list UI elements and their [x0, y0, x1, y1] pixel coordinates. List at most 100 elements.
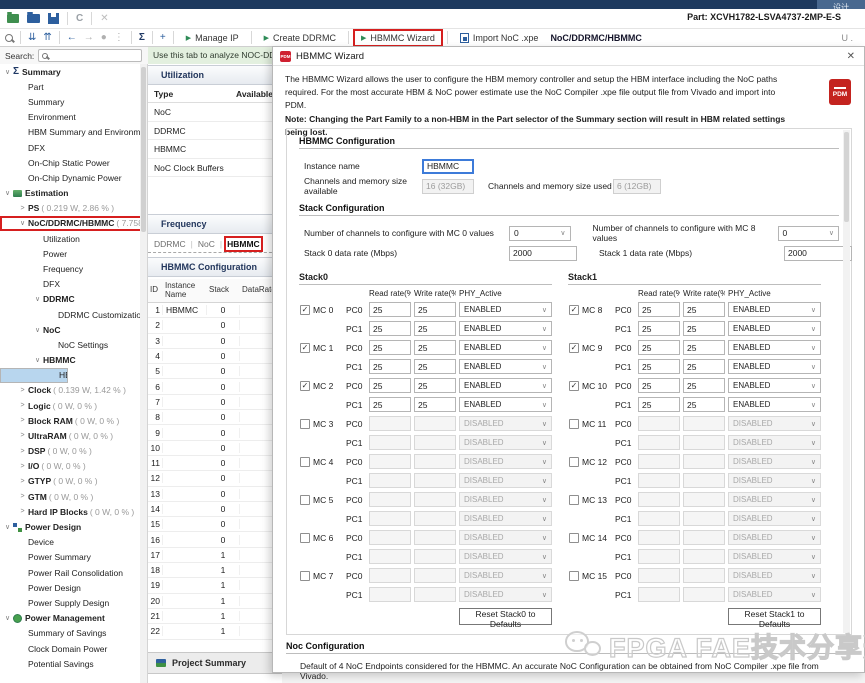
sidebar-scrollbar[interactable] [140, 64, 147, 683]
stack1-mc-10-pc1-phy-select[interactable]: ENABLED∨ [728, 397, 821, 412]
sidebar-item-noc[interactable]: ∨NoC [0, 322, 147, 337]
scrollbar-thumb[interactable] [844, 132, 849, 222]
table-row[interactable]: 70 [148, 395, 282, 410]
import-noc-button[interactable]: Import NoC .xpe [455, 32, 544, 44]
stack0-mc-0-pc0-read-input[interactable] [369, 302, 411, 317]
stack0-mc-1-pc1-write-input[interactable] [414, 359, 456, 374]
sidebar-item-hbm-summary-and-environment[interactable]: HBM Summary and Environment [0, 125, 147, 140]
tab-noc[interactable]: NoC [198, 239, 215, 249]
stack1-mc-9-pc0-write-input[interactable] [683, 340, 725, 355]
sidebar-item-hbmmc[interactable]: ∨HBMMC [0, 353, 147, 368]
tab-ddrmc[interactable]: DDRMC [154, 239, 186, 249]
table-row[interactable]: 40 [148, 349, 282, 364]
stack1-mc-13-pc1-read-input[interactable] [638, 511, 680, 526]
close-icon[interactable]: ✕ [845, 51, 857, 62]
move-icon[interactable]: + [160, 33, 166, 43]
sidebar-item-noc-settings[interactable]: NoC Settings [0, 337, 147, 352]
stack0-mc-6-pc0-write-input[interactable] [414, 530, 456, 545]
sidebar-item-logic[interactable]: >Logic ( 0 W, 0 % ) [0, 398, 147, 413]
chevron-down-icon[interactable]: ∨ [2, 614, 13, 622]
sidebar-item-estimation[interactable]: ∨Estimation [0, 186, 147, 201]
stack0-mc-1-pc0-write-input[interactable] [414, 340, 456, 355]
mc-7-checkbox[interactable] [300, 571, 310, 581]
stack0-mc-6-pc1-phy-select[interactable]: DISABLED∨ [459, 549, 552, 564]
collapse-all-icon[interactable]: ⇊ [28, 33, 36, 43]
sidebar-item-hard-ip-blocks[interactable]: >Hard IP Blocks ( 0 W, 0 % ) [0, 504, 147, 519]
stack1-mc-8-pc1-phy-select[interactable]: ENABLED∨ [728, 321, 821, 336]
stack0-mc-5-pc0-phy-select[interactable]: DISABLED∨ [459, 492, 552, 507]
mc-9-checkbox[interactable]: ✓ [569, 343, 579, 353]
stack0-mc-2-pc0-phy-select[interactable]: ENABLED∨ [459, 378, 552, 393]
stack1-mc-11-pc1-read-input[interactable] [638, 435, 680, 450]
sidebar-item-gtyp[interactable]: >GTYP ( 0 W, 0 % ) [0, 474, 147, 489]
new-file-icon[interactable] [7, 14, 19, 23]
sidebar-item-dfx[interactable]: DFX [0, 277, 147, 292]
chevron-down-icon[interactable]: ∨ [32, 326, 43, 334]
refresh-icon[interactable]: C [76, 13, 83, 24]
manage-ip-button[interactable]: ▶ Manage IP [181, 32, 244, 44]
mc-1-checkbox[interactable]: ✓ [300, 343, 310, 353]
stack1-mc-15-pc1-write-input[interactable] [683, 587, 725, 602]
sidebar-item-power-summary[interactable]: Power Summary [0, 550, 147, 565]
sidebar-item-gtm[interactable]: >GTM ( 0 W, 0 % ) [0, 489, 147, 504]
chevron-down-icon[interactable]: ∨ [2, 189, 13, 197]
sidebar-item-ultraram[interactable]: >UltraRAM ( 0 W, 0 % ) [0, 428, 147, 443]
stack0-mc-6-pc1-read-input[interactable] [369, 549, 411, 564]
table-row[interactable]: 160 [148, 532, 282, 547]
sidebar-item-power-design[interactable]: Power Design [0, 580, 147, 595]
sidebar-item-block-ram[interactable]: >Block RAM ( 0 W, 0 % ) [0, 413, 147, 428]
stack1-mc-10-pc0-read-input[interactable] [638, 378, 680, 393]
chevron-right-icon[interactable]: > [17, 493, 28, 500]
stack0-mc-4-pc1-phy-select[interactable]: DISABLED∨ [459, 473, 552, 488]
table-row[interactable]: 90 [148, 425, 282, 440]
stack1-mc-11-pc0-phy-select[interactable]: DISABLED∨ [728, 416, 821, 431]
stack0-mc-0-pc0-phy-select[interactable]: ENABLED∨ [459, 302, 552, 317]
chevron-right-icon[interactable]: > [17, 508, 28, 515]
stack1-mc-11-pc0-write-input[interactable] [683, 416, 725, 431]
instance-name-input[interactable] [422, 159, 474, 174]
sidebar-item-summary[interactable]: Summary [0, 94, 147, 109]
sidebar-item-clock-domain-power[interactable]: Clock Domain Power [0, 641, 147, 656]
mc-5-checkbox[interactable] [300, 495, 310, 505]
utilization-row-noc[interactable]: NoC [148, 103, 282, 122]
record-icon[interactable]: ● [101, 33, 107, 43]
stack1-mc-9-pc0-phy-select[interactable]: ENABLED∨ [728, 340, 821, 355]
forward-icon[interactable]: → [84, 33, 94, 43]
mc-3-checkbox[interactable] [300, 419, 310, 429]
sidebar-item-potential-savings[interactable]: Potential Savings [0, 656, 147, 671]
tab-hbmmc[interactable]: HBMMC [227, 239, 260, 249]
stack1-rate-input[interactable] [784, 246, 852, 261]
stack1-mc-10-pc1-read-input[interactable] [638, 397, 680, 412]
sidebar-item-ddrmc-customization[interactable]: DDRMC Customization [0, 307, 147, 322]
save-icon[interactable] [48, 13, 59, 24]
stack0-mc-4-pc0-write-input[interactable] [414, 454, 456, 469]
table-row[interactable]: 110 [148, 456, 282, 471]
table-row[interactable]: 20 [148, 318, 282, 333]
stack0-mc-5-pc0-read-input[interactable] [369, 492, 411, 507]
search-input[interactable] [38, 49, 142, 62]
stack0-mc-5-pc1-phy-select[interactable]: DISABLED∨ [459, 511, 552, 526]
sidebar-item-device[interactable]: Device [0, 535, 147, 550]
sidebar-item-hbmmc-configuration[interactable]: HBMMC Configuration [0, 368, 68, 383]
sidebar-item-summary[interactable]: ∨ΣSummary [0, 64, 147, 79]
stack0-mc-2-pc1-read-input[interactable] [369, 397, 411, 412]
stack0-mc-3-pc0-phy-select[interactable]: DISABLED∨ [459, 416, 552, 431]
stack0-mc-6-pc0-read-input[interactable] [369, 530, 411, 545]
overflow-icon[interactable]: ⋮ [114, 33, 124, 43]
table-row[interactable]: 130 [148, 487, 282, 502]
stack0-mc-0-pc1-write-input[interactable] [414, 321, 456, 336]
mc8-channels-select[interactable]: 0 ∨ [778, 226, 840, 241]
stack0-mc-7-pc1-phy-select[interactable]: DISABLED∨ [459, 587, 552, 602]
chevron-right-icon[interactable]: > [17, 478, 28, 485]
mc-8-checkbox[interactable]: ✓ [569, 305, 579, 315]
sidebar-item-power-rail-consolidation[interactable]: Power Rail Consolidation [0, 565, 147, 580]
stack1-mc-9-pc1-phy-select[interactable]: ENABLED∨ [728, 359, 821, 374]
sidebar-item-ddrmc[interactable]: ∨DDRMC [0, 292, 147, 307]
stack0-mc-1-pc0-read-input[interactable] [369, 340, 411, 355]
mc-6-checkbox[interactable] [300, 533, 310, 543]
chevron-right-icon[interactable]: > [17, 417, 28, 424]
utilization-row-ddrmc[interactable]: DDRMC [148, 122, 282, 141]
stack0-mc-3-pc1-write-input[interactable] [414, 435, 456, 450]
stack1-mc-14-pc0-phy-select[interactable]: DISABLED∨ [728, 530, 821, 545]
stack0-rate-input[interactable] [509, 246, 577, 261]
